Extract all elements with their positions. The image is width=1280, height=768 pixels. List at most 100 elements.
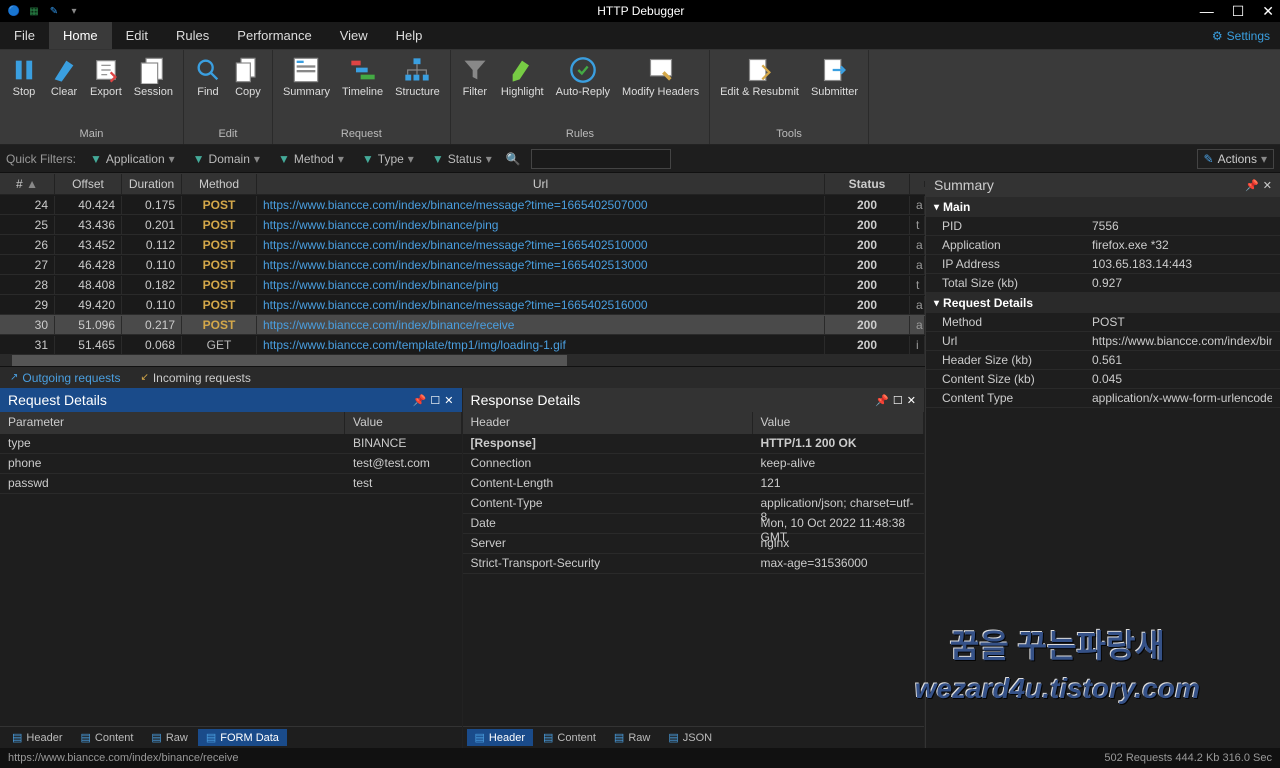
request-row[interactable]: 2440.4240.175POSThttps://www.biancce.com… <box>0 195 925 215</box>
tab-raw[interactable]: ▤Raw <box>143 729 195 746</box>
ribbon-submitter-button[interactable]: Submitter <box>805 52 864 128</box>
menu-view[interactable]: View <box>326 22 382 49</box>
ribbon-modify-button[interactable]: Modify Headers <box>616 52 705 128</box>
param-row[interactable]: phonetest@test.com <box>0 454 462 474</box>
horizontal-scrollbar[interactable] <box>0 355 925 366</box>
search-icon: 🔍 <box>506 152 521 166</box>
ribbon-timeline-button[interactable]: Timeline <box>336 52 389 128</box>
close-panel-icon[interactable]: ✕ <box>1263 179 1272 192</box>
ribbon-find-button[interactable]: Find <box>188 52 228 128</box>
menu-file[interactable]: File <box>0 22 49 49</box>
close-panel-icon[interactable]: ✕ <box>444 394 453 407</box>
ribbon-copy-button[interactable]: Copy <box>228 52 268 128</box>
param-row[interactable]: typeBINANCE <box>0 434 462 454</box>
request-row[interactable]: 2643.4520.112POSThttps://www.biancce.com… <box>0 235 925 255</box>
col-value[interactable]: Value <box>345 412 462 434</box>
col-url[interactable]: Url <box>257 174 825 194</box>
summary-row: Urlhttps://www.biancce.com/index/binance… <box>926 332 1280 351</box>
pin-icon[interactable]: 📌 <box>875 394 889 407</box>
request-row[interactable]: 3051.0960.217POSThttps://www.biancce.com… <box>0 315 925 335</box>
tab-header[interactable]: ▤Header <box>467 729 533 746</box>
ribbon-label: Submitter <box>811 86 858 98</box>
menu-edit[interactable]: Edit <box>112 22 162 49</box>
col-offset[interactable]: Offset <box>55 174 122 194</box>
actions-dropdown[interactable]: ✎Actions▾ <box>1197 149 1274 169</box>
ribbon-filter-button[interactable]: Filter <box>455 52 495 128</box>
tab-json[interactable]: ▤JSON <box>660 729 720 746</box>
ribbon-summary-button[interactable]: Summary <box>277 52 336 128</box>
ribbon-label: Filter <box>463 86 487 98</box>
header-row[interactable]: Servernginx <box>463 534 925 554</box>
clear-qat-icon[interactable]: ✎ <box>46 3 62 19</box>
group-label: Main <box>4 128 179 142</box>
maximize-panel-icon[interactable]: ☐ <box>893 394 903 407</box>
stop-icon <box>10 56 38 84</box>
excel-icon[interactable]: ▦ <box>26 3 42 19</box>
col-status[interactable]: Status <box>825 174 910 194</box>
tab-content[interactable]: ▤Content <box>535 729 604 746</box>
request-row[interactable]: 2543.4360.201POSThttps://www.biancce.com… <box>0 215 925 235</box>
settings-link[interactable]: ⚙Settings <box>1212 29 1280 43</box>
ribbon-highlight-button[interactable]: Highlight <box>495 52 550 128</box>
tab-form-data[interactable]: ▤FORM Data <box>198 729 287 746</box>
request-row[interactable]: 2746.4280.110POSThttps://www.biancce.com… <box>0 255 925 275</box>
summary-section-header[interactable]: Request Details <box>926 293 1280 313</box>
menu-rules[interactable]: Rules <box>162 22 223 49</box>
ribbon-export-button[interactable]: Export <box>84 52 128 128</box>
minimize-button[interactable]: — <box>1200 3 1214 20</box>
col-duration[interactable]: Duration <box>122 174 182 194</box>
ribbon-session-button[interactable]: Session <box>128 52 179 128</box>
menu-home[interactable]: Home <box>49 22 112 49</box>
timeline-icon <box>349 56 377 84</box>
request-row[interactable]: 2848.4080.182POSThttps://www.biancce.com… <box>0 275 925 295</box>
tab-raw[interactable]: ▤Raw <box>606 729 658 746</box>
ribbon-structure-button[interactable]: Structure <box>389 52 446 128</box>
filter-domain[interactable]: ▼Domain▾ <box>189 150 264 168</box>
col-parameter[interactable]: Parameter <box>0 412 345 434</box>
tab-header[interactable]: ▤Header <box>4 729 70 746</box>
header-row[interactable]: Connectionkeep-alive <box>463 454 925 474</box>
header-row[interactable]: DateMon, 10 Oct 2022 11:48:38 GMT <box>463 514 925 534</box>
ribbon-clear-button[interactable]: Clear <box>44 52 84 128</box>
ribbon-autoreply-button[interactable]: Auto-Reply <box>550 52 616 128</box>
close-panel-icon[interactable]: ✕ <box>907 394 916 407</box>
pin-icon[interactable]: 📌 <box>1245 179 1259 192</box>
chevron-down-icon: ▾ <box>408 152 414 166</box>
filter-application[interactable]: ▼Application▾ <box>86 150 179 168</box>
tab-icon: ▤ <box>543 731 553 744</box>
col-number[interactable]: # ▲ <box>0 174 55 194</box>
menu-help[interactable]: Help <box>382 22 437 49</box>
col-value[interactable]: Value <box>753 412 925 434</box>
close-button[interactable]: ✕ <box>1262 3 1274 20</box>
request-row[interactable]: 2949.4200.110POSThttps://www.biancce.com… <box>0 295 925 315</box>
summary-section-header[interactable]: Main <box>926 197 1280 217</box>
pin-icon[interactable]: 📌 <box>413 394 427 407</box>
header-row[interactable]: Strict-Transport-Securitymax-age=3153600… <box>463 554 925 574</box>
col-method[interactable]: Method <box>182 174 257 194</box>
quick-filters-bar: Quick Filters: ▼Application▾ ▼Domain▾ ▼M… <box>0 145 1280 173</box>
maximize-button[interactable]: ☐ <box>1232 3 1245 20</box>
header-row[interactable]: Content-Typeapplication/json; charset=ut… <box>463 494 925 514</box>
summary-row: PID7556 <box>926 217 1280 236</box>
filter-type[interactable]: ▼Type▾ <box>358 150 418 168</box>
qat-dropdown-icon[interactable]: ▾ <box>66 3 82 19</box>
maximize-panel-icon[interactable]: ☐ <box>430 394 440 407</box>
filters-label: Quick Filters: <box>6 152 76 166</box>
param-row[interactable]: passwdtest <box>0 474 462 494</box>
filter-status[interactable]: ▼Status▾ <box>428 150 496 168</box>
tab-outgoing[interactable]: ↗Outgoing requests <box>0 368 130 388</box>
col-header[interactable]: Header <box>463 412 753 434</box>
export-icon <box>92 56 120 84</box>
tab-content[interactable]: ▤Content <box>72 729 141 746</box>
header-row[interactable]: Content-Length121 <box>463 474 925 494</box>
response-view-tabs: ▤Header▤Content▤Raw▤JSON <box>463 726 925 748</box>
ribbon-edit-resubmit-button[interactable]: Edit & Resubmit <box>714 52 805 128</box>
search-input[interactable] <box>531 149 671 169</box>
request-direction-tabs: ↗Outgoing requests ↙Incoming requests <box>0 366 925 388</box>
menu-performance[interactable]: Performance <box>223 22 325 49</box>
ribbon-stop-button[interactable]: Stop <box>4 52 44 128</box>
header-row[interactable]: [Response]HTTP/1.1 200 OK <box>463 434 925 454</box>
request-row[interactable]: 3151.4650.068GEThttps://www.biancce.com/… <box>0 335 925 355</box>
tab-incoming[interactable]: ↙Incoming requests <box>130 368 260 388</box>
filter-method[interactable]: ▼Method▾ <box>274 150 348 168</box>
